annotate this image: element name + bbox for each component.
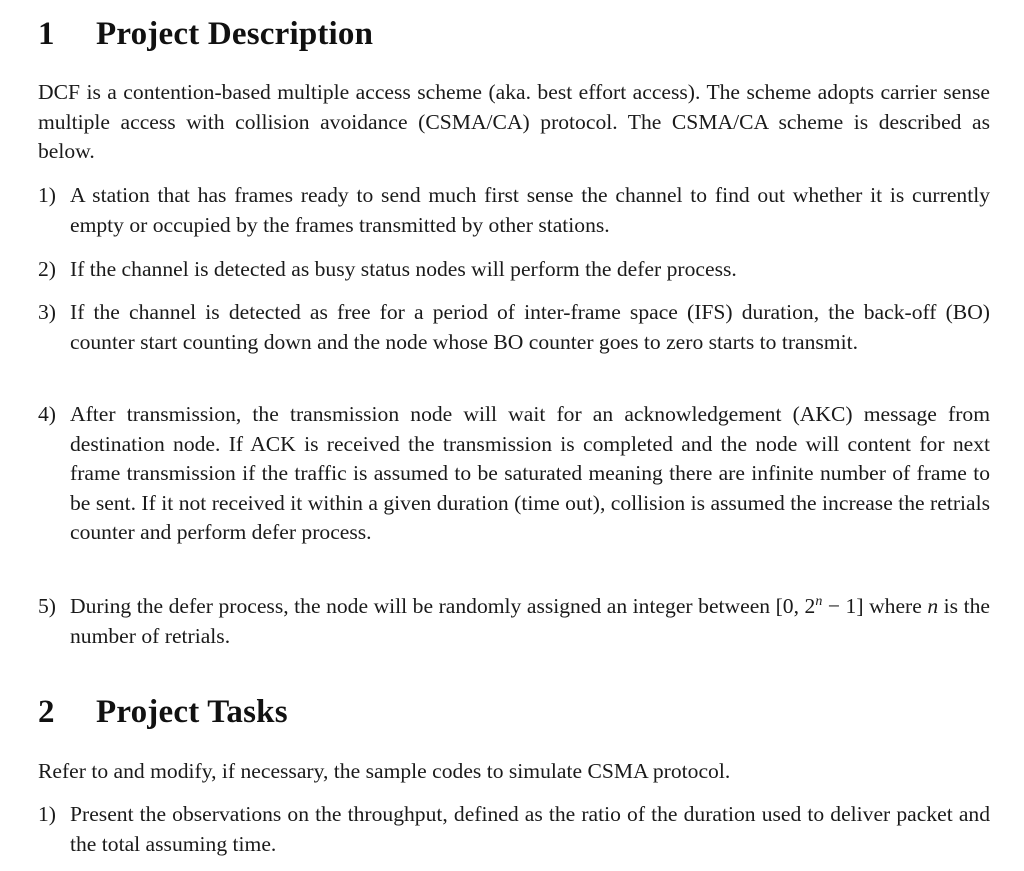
section-number: 1 — [38, 16, 55, 52]
list-item-text: If the channel is detected as busy statu… — [70, 257, 737, 281]
list-item: 5) During the defer process, the node wi… — [38, 592, 990, 651]
list-item-text: If the channel is detected as free for a… — [70, 300, 990, 354]
math-variable: n — [927, 594, 939, 618]
section-heading-project-tasks: 2 Project Tasks — [38, 694, 288, 731]
list-marker: 3) — [38, 300, 56, 324]
list-marker: 1) — [38, 802, 56, 826]
list-item: 2) If the channel is detected as busy st… — [38, 255, 990, 285]
text-segment: During the defer process, the node will … — [70, 594, 816, 618]
list-marker: 5) — [38, 594, 56, 618]
list-item: 1) A station that has frames ready to se… — [38, 181, 990, 240]
list-item-text: After transmission, the transmission nod… — [70, 402, 990, 544]
list-marker: 4) — [38, 402, 56, 426]
list-item: 1) Present the observations on the throu… — [38, 800, 990, 859]
section-heading-project-description: 1 Project Description — [38, 16, 373, 53]
list-item-text: During the defer process, the node will … — [70, 592, 990, 651]
list-marker: 2) — [38, 257, 56, 281]
list-marker: 1) — [38, 183, 56, 207]
text-segment: − 1] where — [822, 594, 928, 618]
list-item-text: A station that has frames ready to send … — [70, 183, 990, 237]
section-title: Project Tasks — [96, 694, 288, 730]
list-item-text: Present the observations on the throughp… — [70, 802, 990, 856]
section-number: 2 — [38, 694, 55, 730]
list-item: 4) After transmission, the transmission … — [38, 400, 990, 548]
section-title: Project Description — [96, 16, 374, 52]
list-item: 3) If the channel is detected as free fo… — [38, 298, 990, 357]
section-intro-paragraph: DCF is a contention-based multiple acces… — [38, 80, 990, 163]
section-intro-paragraph: Refer to and modify, if necessary, the s… — [38, 759, 731, 783]
